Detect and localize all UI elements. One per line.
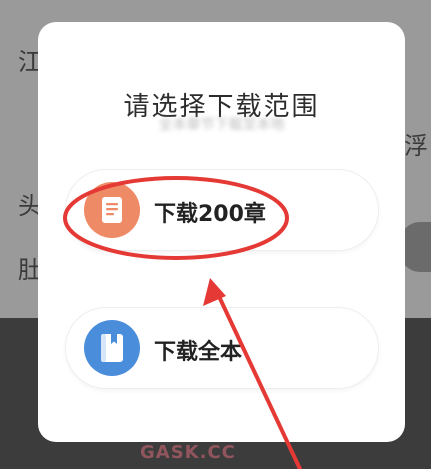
download-200-chapters-button[interactable]: 下载200章 bbox=[66, 170, 378, 250]
download-range-dialog: 请选择下载范围 全本章节下载至本地 下载200章 下载全本 bbox=[38, 22, 405, 442]
option-label: 下载全本 bbox=[154, 340, 243, 365]
download-full-book-button[interactable]: 下载全本 bbox=[66, 308, 378, 388]
background-text: 浮 bbox=[404, 132, 428, 160]
option-label: 下载200章 bbox=[154, 202, 266, 227]
document-icon bbox=[84, 182, 140, 238]
watermark: GASK.CC bbox=[140, 442, 236, 463]
dialog-subtitle: 全本章节下载至本地 bbox=[158, 117, 285, 133]
book-icon bbox=[84, 320, 140, 376]
